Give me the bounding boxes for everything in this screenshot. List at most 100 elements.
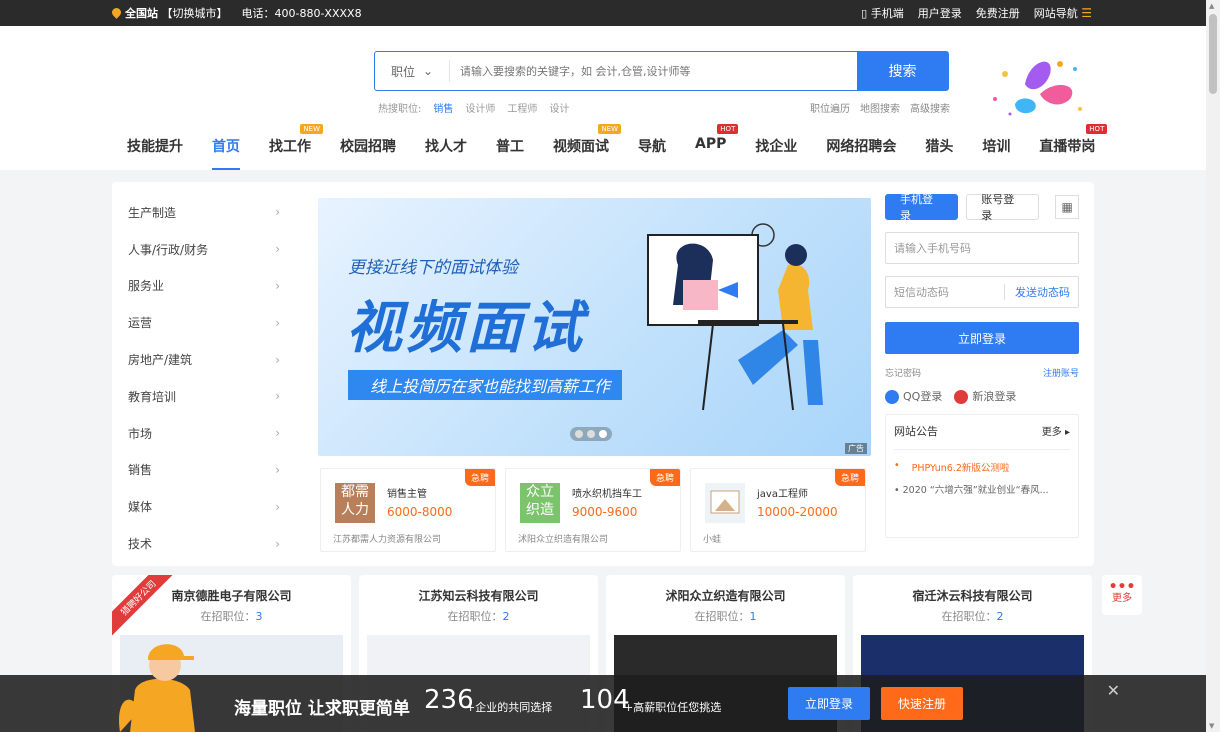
search-links: 职位遍历 地图搜索 高级搜索	[810, 100, 950, 115]
nav-item[interactable]: 视频面试 NEW	[553, 124, 621, 170]
notice-more-link[interactable]: 更多 ▸	[1042, 423, 1070, 439]
login-button[interactable]: 立即登录	[885, 322, 1079, 354]
company-name[interactable]: 沭阳众立织造有限公司	[606, 587, 845, 604]
header: 职位⌄ 搜索 热搜职位: 销售 设计师 工程师 设计 职位遍历 地图搜索 高级搜…	[0, 26, 1220, 170]
notice-item[interactable]: • PHPYun6.2新版公测啦	[894, 456, 1070, 478]
company-logo: 众立织造	[520, 483, 560, 523]
job-company[interactable]: 江苏都需人力资源有限公司	[333, 532, 441, 545]
job-title[interactable]: 喷水织机挡车工	[572, 485, 642, 500]
category-item[interactable]: 生产制造 ›	[128, 194, 288, 231]
site-nav-link[interactable]: 网站导航 ☰	[1034, 5, 1092, 21]
more-companies-button[interactable]: ••• 更多	[1102, 575, 1142, 615]
nav-badge: NEW	[598, 124, 621, 134]
send-code-button[interactable]: 发送动态码	[1004, 284, 1070, 300]
sms-code-field[interactable]: 短信动态码 发送动态码	[885, 276, 1079, 308]
switch-city-link[interactable]: 【切换城市】	[162, 7, 228, 20]
map-search-link[interactable]: 地图搜索	[860, 100, 900, 115]
scroll-up-icon[interactable]: ▲	[1209, 2, 1214, 10]
company-job-count: 在招职位：1	[694, 610, 757, 623]
advanced-search-link[interactable]: 高级搜索	[910, 100, 950, 115]
phone-input[interactable]: 请输入手机号码	[885, 232, 1079, 264]
carousel-dot[interactable]	[599, 430, 607, 438]
register-link[interactable]: 免费注册	[976, 5, 1020, 21]
weibo-icon	[954, 390, 969, 404]
company-logo	[705, 483, 745, 523]
job-card[interactable]: 都需人力 急聘 销售主管 6000-8000 江苏都需人力资源有限公司	[320, 468, 496, 552]
nav-item[interactable]: 找企业	[755, 136, 797, 170]
scroll-thumb[interactable]	[1209, 14, 1217, 94]
job-company[interactable]: 小蛙	[703, 532, 721, 545]
banner[interactable]: 更接近线下的面试体验 视频面试 线上投简历在家也能找到高薪工作 广告	[318, 198, 871, 456]
promo-login-button[interactable]: 立即登录	[788, 687, 870, 720]
category-item[interactable]: 技术 ›	[128, 525, 288, 562]
chevron-right-icon: ›	[275, 278, 280, 293]
nav-item[interactable]: 猎头	[925, 136, 953, 170]
job-card[interactable]: 急聘 java工程师 10000-20000 小蛙	[690, 468, 866, 552]
job-title[interactable]: java工程师	[757, 485, 808, 500]
category-item[interactable]: 人事/行政/财务 ›	[128, 231, 288, 268]
job-title[interactable]: 销售主管	[387, 485, 427, 500]
top-bar: 全国站 【切换城市】 电话：400-880-XXXX8 ▯ 手机端 用户登录 免…	[0, 0, 1220, 26]
nav-item[interactable]: 校园招聘	[340, 136, 396, 170]
tab-phone-login[interactable]: 手机登录	[885, 193, 959, 222]
category-item[interactable]: 媒体 ›	[128, 488, 288, 525]
hot-item[interactable]: 设计师	[465, 100, 495, 115]
company-name[interactable]: 宿迁沐云科技有限公司	[853, 587, 1092, 604]
forgot-password-link[interactable]: 忘记密码	[885, 366, 921, 379]
category-list: 生产制造 › 人事/行政/财务 › 服务业 › 运营 › 房地产/建筑 › 教育培训 › 市场 › 销售 › 媒…	[128, 194, 288, 562]
hot-item[interactable]: 销售	[433, 100, 453, 115]
search-button[interactable]: 搜索	[857, 52, 948, 90]
nav-item[interactable]: 普工	[496, 136, 524, 170]
category-item[interactable]: 市场 ›	[128, 415, 288, 452]
weibo-login[interactable]: 新浪登录	[954, 388, 1016, 404]
job-company[interactable]: 沭阳众立织造有限公司	[518, 532, 608, 545]
notice-title: 网站公告	[894, 425, 938, 438]
carousel-dot[interactable]	[587, 430, 595, 438]
chevron-right-icon: ›	[275, 499, 280, 514]
nav-item[interactable]: 技能提升	[127, 136, 183, 170]
scroll-down-icon[interactable]: ▼	[1209, 722, 1214, 730]
nav-item[interactable]: 找人才	[425, 136, 467, 170]
nav-item[interactable]: APP HOT	[695, 124, 739, 170]
scrollbar[interactable]: ▲ ▼	[1206, 0, 1220, 732]
nav-item[interactable]: 培训	[982, 136, 1010, 170]
promo-slogan: 海量职位 让求职更简单	[234, 699, 410, 719]
qr-code-icon[interactable]: ▦	[1055, 195, 1079, 219]
hot-item[interactable]: 设计	[549, 100, 569, 115]
job-card[interactable]: 众立织造 急聘 喷水织机挡车工 9000-9600 沭阳众立织造有限公司	[505, 468, 681, 552]
qq-login[interactable]: QQ登录	[885, 388, 942, 404]
company-job-count: 在招职位：2	[447, 610, 510, 623]
register-account-link[interactable]: 注册账号	[1043, 366, 1079, 379]
menu-icon: ☰	[1081, 6, 1092, 20]
chevron-right-icon: ›	[275, 352, 280, 367]
carousel-dot[interactable]	[575, 430, 583, 438]
mobile-link[interactable]: ▯ 手机端	[861, 5, 904, 21]
location[interactable]: 全国站 【切换城市】	[110, 5, 228, 21]
category-item[interactable]: 房地产/建筑 ›	[128, 341, 288, 378]
nav-item[interactable]: 直播带岗 HOT	[1039, 124, 1108, 170]
user-login-link[interactable]: 用户登录	[918, 5, 962, 21]
chevron-right-icon: ›	[275, 462, 280, 477]
urgent-badge: 急聘	[649, 469, 680, 486]
category-item[interactable]: 服务业 ›	[128, 268, 288, 305]
category-item[interactable]: 运营 ›	[128, 304, 288, 341]
dots-icon: •••	[1108, 579, 1136, 595]
tab-account-login[interactable]: 账号登录	[966, 193, 1040, 222]
category-item[interactable]: 教育培训 ›	[128, 378, 288, 415]
hot-item[interactable]: 工程师	[507, 100, 537, 115]
category-item[interactable]: 销售 ›	[128, 452, 288, 489]
carousel-dots[interactable]	[570, 427, 612, 441]
nav-item[interactable]: 导航	[638, 136, 666, 170]
nav-item[interactable]: 找工作 NEW	[269, 124, 323, 170]
company-name[interactable]: 江苏知云科技有限公司	[359, 587, 598, 604]
nav-item[interactable]: 网络招聘会	[826, 136, 896, 170]
search-input[interactable]	[450, 52, 857, 90]
job-traverse-link[interactable]: 职位遍历	[810, 100, 850, 115]
close-icon[interactable]: ✕	[1107, 681, 1120, 700]
nav-item[interactable]: 首页	[212, 136, 240, 170]
decoration-splash-icon	[993, 61, 1082, 116]
notice-item[interactable]: • 2020 “六增六强”就业创业“春风...	[894, 478, 1070, 500]
search-type-select[interactable]: 职位 ⌄	[375, 60, 450, 82]
ad-label: 广告	[845, 443, 867, 454]
promo-register-button[interactable]: 快速注册	[881, 687, 963, 720]
